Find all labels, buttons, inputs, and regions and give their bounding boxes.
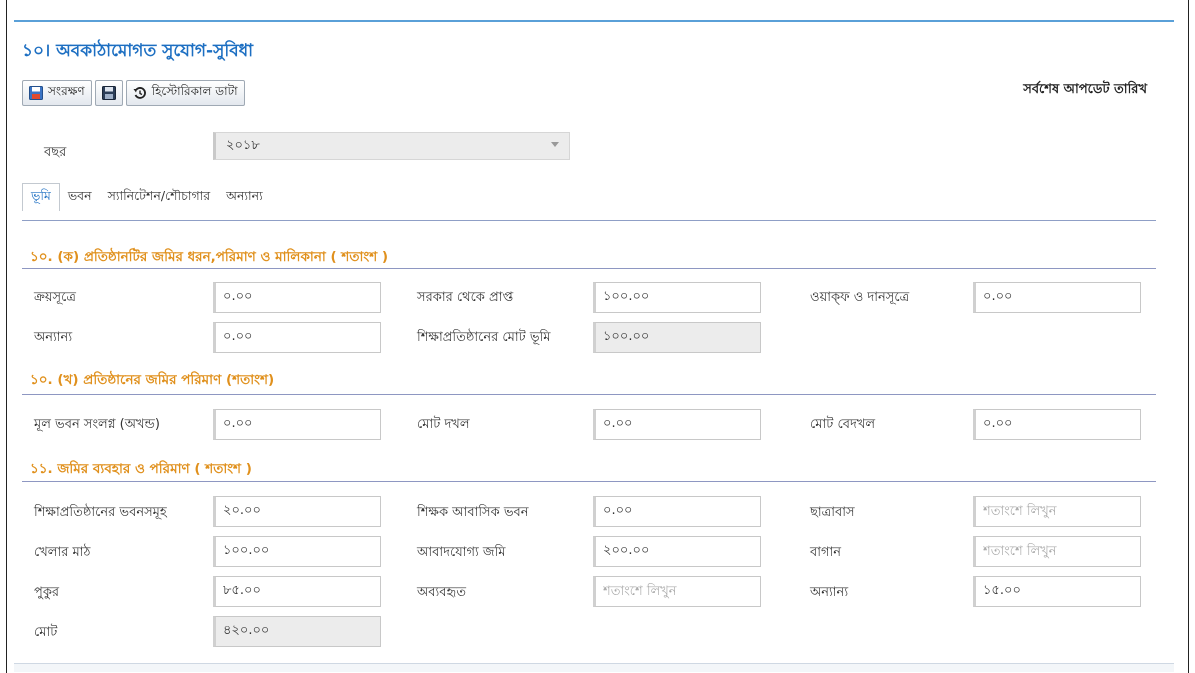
tab-building[interactable]: ভবন	[60, 185, 100, 211]
field-label-teacher-residence: শিক্ষক আবাসিক ভবন	[417, 505, 529, 520]
historical-data-label: হিস্টোরিকাল ডাটা	[151, 84, 238, 98]
year-select[interactable]: ২০১৮	[213, 132, 570, 160]
year-select-value: ২০১৮	[226, 137, 260, 153]
field-label-pond: পুকুর	[34, 585, 60, 600]
total-dispossession-input[interactable]	[973, 409, 1141, 440]
field-label-total-dispossession: মোট বেদখল	[810, 417, 876, 432]
field-label-garden: বাগান	[810, 545, 842, 560]
field-label-total-usage: মোট	[34, 625, 58, 640]
field-label-total-possession: মোট দখল	[417, 417, 470, 432]
tab-divider	[22, 220, 1156, 221]
save-icon-button[interactable]	[94, 80, 123, 106]
history-icon	[133, 86, 147, 100]
arable-land-input[interactable]	[593, 536, 761, 567]
save-disk-icon	[101, 86, 116, 100]
school-buildings-input[interactable]	[213, 496, 381, 527]
section-divider	[22, 268, 1156, 269]
chevron-down-icon	[551, 142, 559, 147]
section-title-land-usage: ১১. জমির ব্যবহার ও পরিমাণ ( শতাংশ )	[30, 461, 252, 477]
waqf-donation-input[interactable]	[973, 282, 1141, 313]
section-divider	[22, 394, 1156, 395]
tab-bar: ভূমি ভবন স্যানিটেশন/শৌচাগার অন্যান্য	[22, 183, 271, 211]
year-label: বছর	[44, 145, 67, 160]
last-update-label: সর্বশেষ আপডেট তারিখ	[1023, 82, 1147, 97]
hostel-input[interactable]	[973, 496, 1141, 527]
other-usage-input[interactable]	[973, 576, 1141, 607]
tab-others[interactable]: অন্যান্য	[218, 185, 271, 211]
panel-footer	[14, 663, 1174, 672]
unused-land-input[interactable]	[593, 576, 761, 607]
field-label-waqf-donation: ওয়াক্ফ ও দানসূত্রে	[810, 290, 910, 305]
save-button[interactable]: সংরক্ষণ	[22, 80, 92, 106]
field-label-school-buildings: শিক্ষাপ্রতিষ্ঠানের ভবনসমূহ	[34, 505, 167, 520]
save-button-label: সংরক্ষণ	[48, 84, 85, 98]
field-label-total-land: শিক্ষাপ্রতিষ্ঠানের মোট ভূমি	[417, 330, 551, 345]
tab-sanitation[interactable]: স্যানিটেশন/শৌচাগার	[100, 185, 219, 211]
total-usage-input	[213, 616, 381, 647]
field-label-govt-received: সরকার থেকে প্রাপ্ত	[417, 290, 514, 305]
historical-data-button[interactable]: হিস্টোরিকাল ডাটা	[125, 80, 245, 106]
page-title: ১০। অবকাঠামোগত সুযোগ-সুবিধা	[22, 41, 254, 61]
field-label-arable-land: আবাদযোগ্য জমি	[417, 545, 506, 560]
tab-land[interactable]: ভূমি	[22, 183, 60, 211]
garden-input[interactable]	[973, 536, 1141, 567]
field-label-main-building-adjacent: মূল ভবন সংলগ্ন (অখন্ড)	[34, 417, 160, 432]
govt-received-input[interactable]	[593, 282, 761, 313]
toolbar: সংরক্ষণ হিস্টোরিকাল ডাটা	[22, 80, 245, 106]
section-title-land-amount: ১০. (খ) প্রতিষ্ঠানের জমির পরিমাণ (শতাংশ)	[30, 372, 275, 388]
playground-input[interactable]	[213, 536, 381, 567]
section-title-land-type: ১০. (ক) প্রতিষ্ঠানটির জমির ধরন,পরিমাণ ও …	[30, 249, 389, 265]
section-divider	[22, 481, 1156, 482]
field-label-playground: খেলার মাঠ	[34, 545, 91, 560]
field-label-purchased: ক্রয়সূত্রে	[34, 290, 76, 305]
field-label-unused: অব্যবহৃত	[417, 585, 466, 600]
main-building-adjacent-input[interactable]	[213, 409, 381, 440]
other-land-input[interactable]	[213, 322, 381, 353]
pond-input[interactable]	[213, 576, 381, 607]
field-label-other-usage: অন্যান্য	[810, 585, 849, 600]
field-label-hostel: ছাত্রাবাস	[810, 505, 855, 520]
teacher-residence-input[interactable]	[593, 496, 761, 527]
field-label-other-land: অন্যান্য	[34, 330, 73, 345]
total-possession-input[interactable]	[593, 409, 761, 440]
floppy-disk-icon	[29, 86, 43, 100]
total-land-input	[593, 322, 761, 353]
purchased-land-input[interactable]	[213, 282, 381, 313]
